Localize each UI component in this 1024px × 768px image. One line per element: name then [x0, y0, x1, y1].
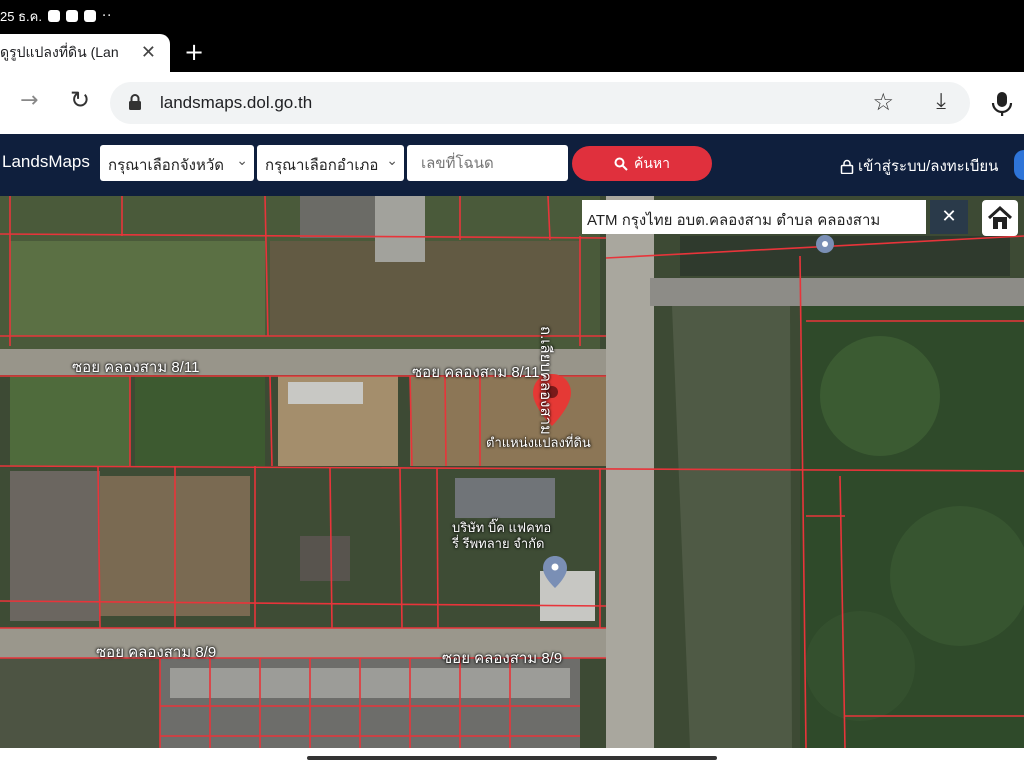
tree-lot [135, 376, 265, 466]
main-road [606, 196, 654, 748]
search-button[interactable]: ค้นหา [572, 146, 712, 181]
search-icon [614, 157, 628, 171]
login-label: เข้าสู่ระบบ/ลงทะเบียน [858, 158, 999, 175]
browser-toolbar: → ↻ landsmaps.dol.go.th ☆ ⤓ [0, 72, 1024, 134]
road-label-main: ถ.เลียบคลองสาม [537, 326, 554, 435]
home-icon [987, 205, 1013, 229]
trash-icon [83, 10, 96, 22]
status-time: 25 ธ.ค. [0, 8, 42, 24]
warehouse-top [375, 196, 425, 262]
district-select-value: กรุณาเลือกอำเภอ [265, 157, 379, 174]
tree-canopy [890, 506, 1024, 646]
search-button-label: ค้นหา [633, 154, 671, 171]
language-toggle[interactable] [1014, 150, 1024, 180]
tab-title: ดูรูปแปลงที่ดิน (Lan [0, 44, 119, 60]
grass-lot [10, 376, 130, 466]
lot-bottom-left [0, 658, 160, 748]
road-label-soi-8-11: ซอย คลองสาม 8/11 [412, 364, 540, 381]
chevron-down-icon: ⌄ [386, 152, 398, 168]
parcel-location-label: ตำแหน่งแปลงที่ดิน [486, 435, 591, 450]
canal-top [680, 236, 1010, 276]
house [300, 536, 350, 581]
gesture-handle[interactable] [307, 756, 717, 760]
road-label-soi-8-9: ซอย คลองสาม 8/9 [96, 644, 217, 661]
poi-tooltip: ATM กรุงไทย อบต.คลองสาม ตำบล คลองสาม [582, 200, 926, 234]
company-building [455, 478, 555, 518]
home-button[interactable] [982, 200, 1018, 236]
atm-marker-icon[interactable] [816, 235, 834, 253]
microphone-icon[interactable] [990, 90, 1014, 118]
deed-number-input[interactable] [407, 145, 568, 181]
tab-close-icon[interactable]: ✕ [141, 42, 156, 63]
forward-icon[interactable]: → [20, 88, 38, 113]
tree-canopy [805, 611, 915, 721]
company-label: บริษัท บิ๊ค แฟคทอ รี่ รีพทลาย จำกัด [452, 520, 552, 551]
map-view[interactable]: ซอย คลองสาม 8/11 ซอย คลองสาม 8/11 ซอย คล… [0, 196, 1024, 748]
province-select-value: กรุณาเลือกจังหวัด [108, 157, 225, 174]
gesture-bar [0, 748, 1024, 768]
road-label-soi-8-9: ซอย คลองสาม 8/9 [442, 650, 563, 667]
district-select[interactable]: กรุณาเลือกอำเภอ ⌄ [257, 145, 404, 181]
status-bar: 25 ธ.ค. ·· [0, 0, 1024, 32]
houses-left [10, 471, 100, 621]
tab-strip: ดูรูปแปลงที่ดิน (Lan ✕ + [0, 32, 1024, 72]
messenger-icon [47, 10, 60, 22]
chevron-down-icon: ⌄ [236, 152, 248, 168]
site-header: LandsMaps กรุณาเลือกจังหวัด ⌄ กรุณาเลือก… [0, 134, 1024, 196]
youtube-icon [65, 10, 78, 22]
bookmark-star-icon[interactable]: ☆ [872, 88, 894, 116]
login-link[interactable]: เข้าสู่ระบบ/ลงทะเบียน [840, 154, 998, 178]
road-label-soi-8-11: ซอย คลองสาม 8/11 [72, 359, 200, 376]
new-tab-button[interactable]: + [184, 38, 204, 66]
lock-icon [840, 159, 854, 174]
lock-icon [129, 94, 141, 110]
download-icon[interactable]: ⤓ [936, 89, 946, 114]
canal [672, 306, 792, 748]
green-field [10, 241, 265, 336]
bridge-road [650, 278, 1024, 306]
address-bar[interactable]: landsmaps.dol.go.th ☆ ⤓ [110, 82, 970, 124]
reload-icon[interactable]: ↻ [70, 86, 90, 114]
tab-landsmaps[interactable]: ดูรูปแปลงที่ดิน (Lan ✕ [0, 34, 170, 72]
more-notifications-icon: ·· [101, 8, 113, 24]
tooltip-close-icon[interactable]: ✕ [930, 200, 968, 234]
roof [288, 382, 363, 404]
brand-logo[interactable]: LandsMaps [2, 152, 90, 172]
url-text[interactable]: landsmaps.dol.go.th [160, 93, 312, 113]
province-select[interactable]: กรุณาเลือกจังหวัด ⌄ [100, 145, 254, 181]
tree-canopy [820, 336, 940, 456]
